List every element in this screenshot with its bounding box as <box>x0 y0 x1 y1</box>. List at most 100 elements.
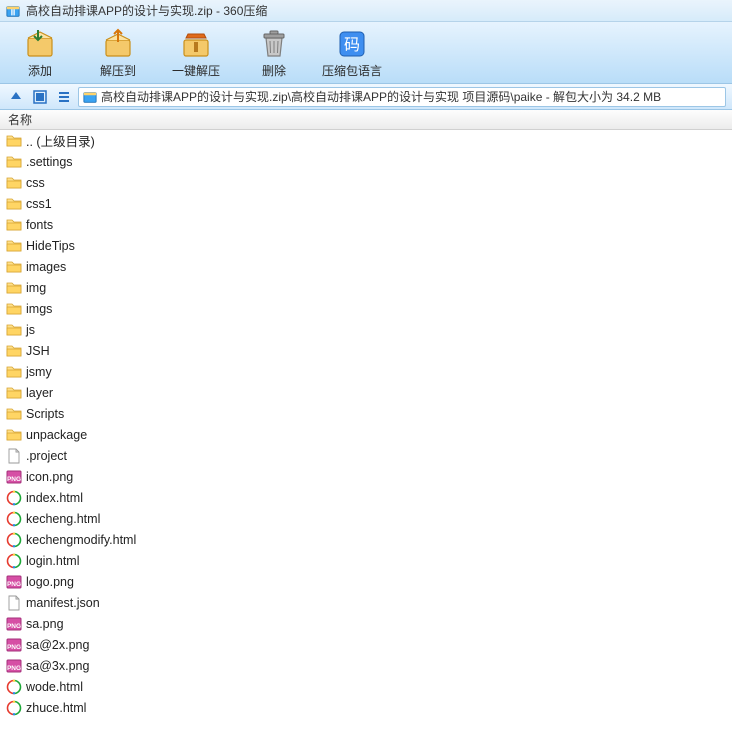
file-name: icon.png <box>26 470 73 484</box>
folder-icon <box>6 406 22 422</box>
file-name: index.html <box>26 491 83 505</box>
png-icon <box>6 574 22 590</box>
list-item[interactable]: sa@2x.png <box>0 634 732 655</box>
list-item[interactable]: layer <box>0 382 732 403</box>
file-name: jsmy <box>26 365 52 379</box>
toolbar-label: 删除 <box>262 62 286 79</box>
list-item[interactable]: .settings <box>0 151 732 172</box>
file-name: img <box>26 281 46 295</box>
extract-to-button[interactable]: 解压到 <box>88 26 148 79</box>
file-name: JSH <box>26 344 50 358</box>
file-name: logo.png <box>26 575 74 589</box>
list-item[interactable]: unpackage <box>0 424 732 445</box>
list-item[interactable]: css1 <box>0 193 732 214</box>
box-extract-icon <box>102 28 134 60</box>
trash-icon <box>258 28 290 60</box>
list-item[interactable]: HideTips <box>0 235 732 256</box>
folder-icon <box>6 217 22 233</box>
folder-icon <box>6 175 22 191</box>
box-quick-extract-icon <box>180 28 212 60</box>
folder-icon <box>6 133 22 149</box>
one-click-extract-button[interactable]: 一键解压 <box>166 26 226 79</box>
window-title: 高校自动排课APP的设计与实现.zip - 360压缩 <box>26 2 267 19</box>
list-item[interactable]: JSH <box>0 340 732 361</box>
file-name: sa@2x.png <box>26 638 89 652</box>
column-header[interactable]: 名称 <box>0 110 732 130</box>
folder-icon <box>6 322 22 338</box>
delete-button[interactable]: 删除 <box>244 26 304 79</box>
list-item[interactable]: icon.png <box>0 466 732 487</box>
view-icons-button[interactable] <box>30 87 50 107</box>
list-item[interactable]: js <box>0 319 732 340</box>
list-item[interactable]: imgs <box>0 298 732 319</box>
toolbar-label: 压缩包语言 <box>322 62 382 79</box>
list-item[interactable]: .. (上级目录) <box>0 130 732 151</box>
list-item[interactable]: images <box>0 256 732 277</box>
file-name: sa.png <box>26 617 64 631</box>
list-item[interactable]: css <box>0 172 732 193</box>
list-item[interactable]: logo.png <box>0 571 732 592</box>
app-icon <box>6 4 20 18</box>
html-icon <box>6 700 22 716</box>
add-button[interactable]: 添加 <box>10 26 70 79</box>
toolbar: 添加 解压到 一键解压 <box>0 22 732 84</box>
archive-icon <box>83 90 97 104</box>
list-item[interactable]: login.html <box>0 550 732 571</box>
file-name: .settings <box>26 155 73 169</box>
html-icon <box>6 679 22 695</box>
file-name: Scripts <box>26 407 64 421</box>
file-list[interactable]: .. (上级目录) .settings csscss1 fonts HideTips im… <box>0 130 732 753</box>
nav-up-button[interactable] <box>6 87 26 107</box>
view-list-button[interactable] <box>54 87 74 107</box>
png-icon <box>6 469 22 485</box>
list-item[interactable]: sa@3x.png <box>0 655 732 676</box>
toolbar-label: 一键解压 <box>172 62 220 79</box>
folder-icon <box>6 427 22 443</box>
png-icon <box>6 658 22 674</box>
folder-icon <box>6 364 22 380</box>
lang-icon: 码 <box>336 28 368 60</box>
html-icon <box>6 490 22 506</box>
toolbar-label: 解压到 <box>100 62 136 79</box>
file-name: images <box>26 260 66 274</box>
folder-icon <box>6 301 22 317</box>
png-icon <box>6 616 22 632</box>
list-item[interactable]: manifest.json <box>0 592 732 613</box>
list-item[interactable]: fonts <box>0 214 732 235</box>
list-item[interactable]: kecheng.html <box>0 508 732 529</box>
language-button[interactable]: 码 压缩包语言 <box>322 26 382 79</box>
box-add-icon <box>24 28 56 60</box>
folder-icon <box>6 196 22 212</box>
html-icon <box>6 532 22 548</box>
html-icon <box>6 553 22 569</box>
list-item[interactable]: jsmy <box>0 361 732 382</box>
file-name: js <box>26 323 35 337</box>
address-bar[interactable]: 高校自动排课APP的设计与实现.zip\高校自动排课APP的设计与实现 项目源码… <box>78 87 726 107</box>
list-item[interactable]: zhuce.html <box>0 697 732 718</box>
file-name: imgs <box>26 302 52 316</box>
folder-icon <box>6 154 22 170</box>
file-name: fonts <box>26 218 53 232</box>
list-item[interactable]: index.html <box>0 487 732 508</box>
list-item[interactable]: img <box>0 277 732 298</box>
folder-icon <box>6 259 22 275</box>
file-name: wode.html <box>26 680 83 694</box>
png-icon <box>6 637 22 653</box>
list-item[interactable]: .project <box>0 445 732 466</box>
folder-icon <box>6 385 22 401</box>
folder-icon <box>6 280 22 296</box>
list-item[interactable]: Scripts <box>0 403 732 424</box>
file-name: kecheng.html <box>26 512 100 526</box>
svg-text:码: 码 <box>344 36 360 54</box>
list-item[interactable]: wode.html <box>0 676 732 697</box>
folder-icon <box>6 343 22 359</box>
address-path: 高校自动排课APP的设计与实现.zip\高校自动排课APP的设计与实现 项目源码… <box>101 88 661 105</box>
file-name: login.html <box>26 554 80 568</box>
file-name: kechengmodify.html <box>26 533 136 547</box>
list-item[interactable]: kechengmodify.html <box>0 529 732 550</box>
toolbar-label: 添加 <box>28 62 52 79</box>
column-name: 名称 <box>8 111 32 128</box>
file-name: .. (上级目录) <box>26 131 95 150</box>
file-name: manifest.json <box>26 596 100 610</box>
list-item[interactable]: sa.png <box>0 613 732 634</box>
